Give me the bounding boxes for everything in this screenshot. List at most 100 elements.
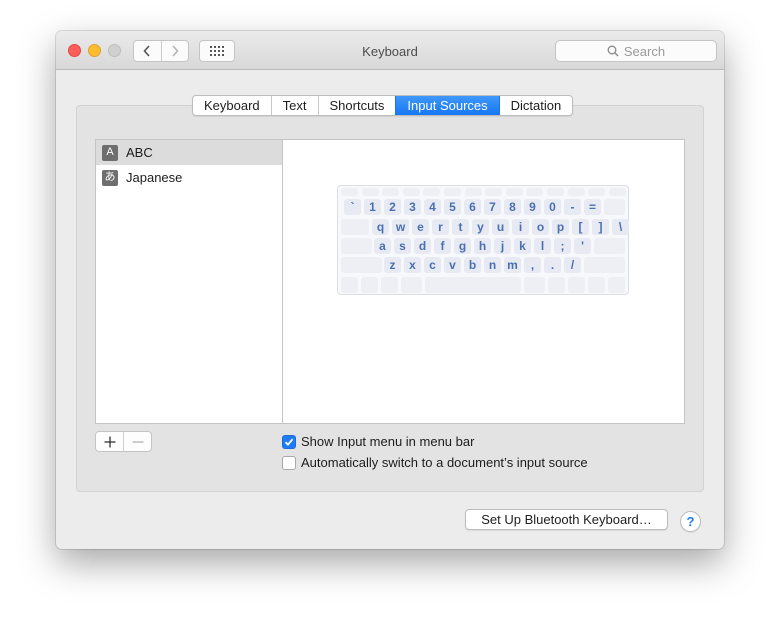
keyboard-key: y xyxy=(472,219,489,235)
auto-switch-label: Automatically switch to a document’s inp… xyxy=(301,455,588,470)
keyboard-key-blank xyxy=(588,277,605,293)
input-source-abc[interactable]: A ABC xyxy=(96,140,282,165)
keyboard-key: 7 xyxy=(484,199,501,215)
japanese-input-icon: あ xyxy=(102,169,118,186)
keyboard-key-blank xyxy=(604,199,625,215)
keyboard-key-blank xyxy=(401,277,422,293)
keyboard-key: = xyxy=(584,199,601,215)
input-sources-list: A ABC あ Japanese xyxy=(95,139,283,424)
keyboard-key: g xyxy=(454,238,471,254)
keyboard-key: 8 xyxy=(504,199,521,215)
list-item-label: Japanese xyxy=(126,170,183,185)
keyboard-key-blank xyxy=(608,277,625,293)
abc-input-icon: A xyxy=(102,144,118,161)
keyboard-key: . xyxy=(544,257,561,273)
auto-switch-checkbox[interactable] xyxy=(282,455,296,470)
tab-keyboard[interactable]: Keyboard xyxy=(193,96,271,115)
tab-text[interactable]: Text xyxy=(270,96,318,115)
plus-icon xyxy=(104,436,115,447)
keyboard-key: h xyxy=(474,238,491,254)
search-icon xyxy=(607,45,619,57)
keyboard-key: / xyxy=(564,257,581,273)
keyboard-key: n xyxy=(484,257,501,273)
keyboard-key-blank xyxy=(381,277,398,293)
keyboard-function-key xyxy=(547,188,564,196)
keyboard-key-blank xyxy=(341,257,382,273)
setup-bluetooth-keyboard-button[interactable]: Set Up Bluetooth Keyboard… xyxy=(465,509,668,530)
auto-switch-option[interactable]: Automatically switch to a document’s inp… xyxy=(282,455,588,470)
keyboard-key-blank xyxy=(524,277,545,293)
keyboard-function-key xyxy=(341,188,358,196)
keyboard-key: 0 xyxy=(544,199,561,215)
keyboard-key: e xyxy=(412,219,429,235)
search-placeholder: Search xyxy=(623,43,666,59)
keyboard-key: j xyxy=(494,238,511,254)
search-field[interactable]: Search xyxy=(555,40,717,62)
keyboard-function-key xyxy=(361,188,379,196)
keyboard-layout-preview: ` 1 2 3 4 5 6 7 8 9 0- = q w e r t y u i o p[] \ a s d f g h j k l; ' z x c… xyxy=(337,185,629,295)
keyboard-preview-pane: ` 1 2 3 4 5 6 7 8 9 0- = q w e r t y u i o p[] \ a s d f g h j k l; ' z x c… xyxy=(283,139,685,424)
keyboard-key: o xyxy=(532,219,549,235)
keyboard-function-key xyxy=(588,188,606,196)
keyboard-key-blank xyxy=(594,238,625,254)
add-input-source-button[interactable] xyxy=(96,432,123,451)
keyboard-key-blank xyxy=(568,277,585,293)
tab-shortcuts[interactable]: Shortcuts xyxy=(317,96,396,115)
keyboard-key: d xyxy=(414,238,431,254)
keyboard-function-key xyxy=(464,188,482,196)
keyboard-key: 9 xyxy=(524,199,541,215)
keyboard-key: v xyxy=(444,257,461,273)
keyboard-key: a xyxy=(374,238,391,254)
keyboard-key: 4 xyxy=(424,199,441,215)
keyboard-function-key xyxy=(402,188,420,196)
keyboard-key: q xyxy=(372,219,389,235)
keyboard-key: s xyxy=(394,238,411,254)
remove-input-source-button[interactable] xyxy=(123,432,151,451)
keyboard-key: i xyxy=(512,219,529,235)
keyboard-key: x xyxy=(404,257,421,273)
keyboard-function-key xyxy=(444,188,461,196)
keyboard-key: 5 xyxy=(444,199,461,215)
keyboard-key: , xyxy=(524,257,541,273)
keyboard-key-blank xyxy=(361,277,378,293)
title-bar: Keyboard Search xyxy=(56,31,724,70)
help-button[interactable]: ? xyxy=(680,511,701,532)
keyboard-key-blank xyxy=(548,277,565,293)
keyboard-key: ; xyxy=(554,238,571,254)
keyboard-function-key xyxy=(505,188,523,196)
keyboard-key-blank xyxy=(425,277,521,293)
keyboard-key: w xyxy=(392,219,409,235)
keyboard-function-key xyxy=(608,188,626,196)
keyboard-key: z xyxy=(384,257,401,273)
add-remove-control xyxy=(95,431,152,452)
keyboard-key: c xyxy=(424,257,441,273)
keyboard-function-key xyxy=(382,188,400,196)
keyboard-key: u xyxy=(492,219,509,235)
keyboard-key: 6 xyxy=(464,199,481,215)
keyboard-key: ' xyxy=(574,238,591,254)
keyboard-key: - xyxy=(564,199,581,215)
input-source-japanese[interactable]: あ Japanese xyxy=(96,165,282,190)
show-input-menu-option[interactable]: Show Input menu in menu bar xyxy=(282,434,474,449)
keyboard-key: 2 xyxy=(384,199,401,215)
keyboard-key: k xyxy=(514,238,531,254)
keyboard-key: 3 xyxy=(404,199,421,215)
keyboard-function-key xyxy=(423,188,441,196)
keyboard-key: r xyxy=(432,219,449,235)
keyboard-key: 1 xyxy=(364,199,381,215)
keyboard-key-blank xyxy=(584,257,625,273)
show-input-menu-checkbox[interactable] xyxy=(282,434,296,449)
keyboard-key: ` xyxy=(344,199,361,215)
keyboard-function-key xyxy=(526,188,544,196)
keyboard-key: \ xyxy=(612,219,629,235)
keyboard-key: t xyxy=(452,219,469,235)
keyboard-key-blank xyxy=(341,238,372,254)
tab-dictation[interactable]: Dictation xyxy=(498,96,573,115)
tab-bar: Keyboard Text Shortcuts Input Sources Di… xyxy=(192,95,574,116)
checkmark-icon xyxy=(284,438,294,446)
keyboard-function-key xyxy=(567,188,585,196)
list-item-label: ABC xyxy=(126,145,153,160)
keyboard-key: l xyxy=(534,238,551,254)
tab-input-sources[interactable]: Input Sources xyxy=(395,96,499,115)
show-input-menu-label: Show Input menu in menu bar xyxy=(301,434,475,449)
